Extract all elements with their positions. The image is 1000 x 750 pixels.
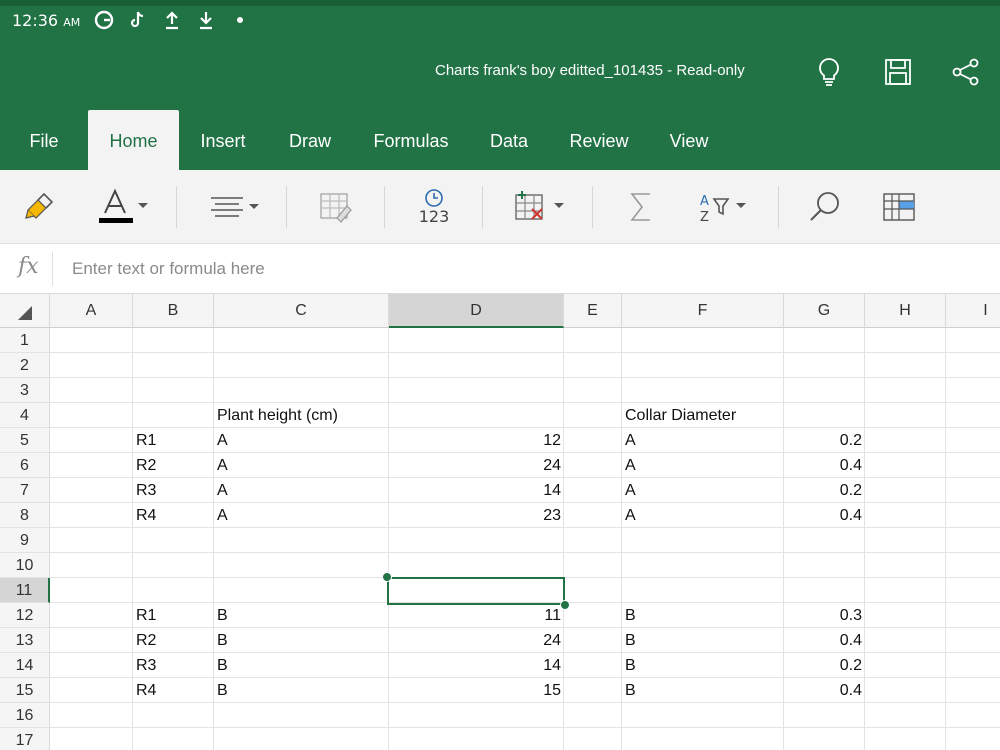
column-header-g[interactable]: G [784, 294, 865, 328]
lightbulb-icon[interactable] [813, 56, 845, 88]
formula-separator [52, 252, 53, 286]
spreadsheet-grid: A B C D E F G H I 1 2 3 4 5 6 7 8 9 10 11 12 13 14 15 16 17 Plant … [0, 294, 1000, 750]
save-icon[interactable] [882, 56, 914, 88]
tab-formulas[interactable]: Formulas [365, 110, 457, 170]
upload-icon [162, 10, 182, 30]
ribbon-separator [778, 186, 779, 228]
row-header-6[interactable]: 6 [0, 453, 50, 478]
column-header-a[interactable]: A [50, 294, 133, 328]
row-header-2[interactable]: 2 [0, 353, 50, 378]
row-header-12[interactable]: 12 [0, 603, 50, 628]
sort-filter-icon[interactable]: AZ [690, 184, 756, 230]
align-icon[interactable] [200, 184, 266, 230]
row-header-16[interactable]: 16 [0, 703, 50, 728]
app-header: 12:36 AM Charts frank's boy editted_1014… [0, 0, 1000, 170]
svg-text:Z: Z [700, 210, 709, 225]
number-format-label: 123 [418, 207, 450, 226]
column-header-i[interactable]: I [946, 294, 1000, 328]
row-header-7[interactable]: 7 [0, 478, 50, 503]
row-header-5[interactable]: 5 [0, 428, 50, 453]
tab-review[interactable]: Review [562, 110, 636, 170]
tab-insert[interactable]: Insert [190, 110, 256, 170]
ribbon-separator [286, 186, 287, 228]
column-header-e[interactable]: E [564, 294, 622, 328]
row-header-9[interactable]: 9 [0, 528, 50, 553]
status-bar: 12:36 AM [12, 9, 250, 31]
dot-icon [230, 10, 250, 30]
ribbon-separator [592, 186, 593, 228]
tab-view[interactable]: View [662, 110, 716, 170]
tab-home[interactable]: Home [88, 110, 179, 170]
column-header-h[interactable]: H [865, 294, 946, 328]
gridline [50, 377, 1000, 378]
row-header-13[interactable]: 13 [0, 628, 50, 653]
cell-d6[interactable]: 24 [389, 453, 564, 478]
ribbon-separator [176, 186, 177, 228]
format-painter-icon[interactable] [18, 184, 64, 230]
insert-delete-cells-icon[interactable] [506, 184, 570, 230]
find-icon[interactable] [802, 184, 848, 230]
download-icon [196, 10, 216, 30]
g-app-icon [94, 10, 114, 30]
cell-f4[interactable]: Collar Diameter [622, 403, 865, 428]
column-header-b[interactable]: B [133, 294, 214, 328]
gridline [945, 328, 946, 750]
cell-d7[interactable]: 14 [389, 478, 564, 503]
cell-g7[interactable]: 0.2 [784, 478, 865, 503]
document-title: Charts frank's boy editted_101435 - Read… [435, 62, 745, 79]
number-format-icon[interactable]: 123 [408, 184, 460, 230]
tab-file[interactable]: File [18, 110, 70, 170]
column-header-d[interactable]: D [389, 294, 564, 328]
cell-d8[interactable]: 23 [389, 503, 564, 528]
formula-bar: fx [0, 244, 1000, 294]
row-header-11[interactable]: 11 [0, 578, 50, 603]
status-strip [0, 0, 1000, 6]
cell-g6[interactable]: 0.4 [784, 453, 865, 478]
ribbon-separator [384, 186, 385, 228]
column-header-c[interactable]: C [214, 294, 389, 328]
font-color-icon[interactable] [92, 184, 154, 230]
cell-g14[interactable]: 0.2 [784, 653, 865, 678]
formula-input[interactable] [72, 256, 972, 282]
column-header-f[interactable]: F [622, 294, 784, 328]
autosum-icon[interactable] [618, 184, 664, 230]
cell-g12[interactable]: 0.3 [784, 603, 865, 628]
tab-data[interactable]: Data [482, 110, 536, 170]
cell-c4[interactable]: Plant height (cm) [214, 403, 564, 428]
table-icon[interactable] [874, 184, 924, 230]
row-header-1[interactable]: 1 [0, 328, 50, 353]
cell-g5[interactable]: 0.2 [784, 428, 865, 453]
cell-g8[interactable]: 0.4 [784, 503, 865, 528]
row-header-10[interactable]: 10 [0, 553, 50, 578]
cell-d13[interactable]: 24 [389, 628, 564, 653]
tiktok-icon [128, 10, 148, 30]
row-header-3[interactable]: 3 [0, 378, 50, 403]
home-ribbon: 123 AZ [0, 170, 1000, 244]
fx-icon[interactable]: fx [18, 254, 39, 279]
ribbon-tabs: File Home Insert Draw Formulas Data Revi… [0, 110, 1000, 170]
gridline [50, 352, 1000, 353]
row-header-17[interactable]: 17 [0, 728, 50, 750]
cell-style-icon[interactable] [312, 184, 358, 230]
gridline [50, 577, 1000, 578]
row-header-15[interactable]: 15 [0, 678, 50, 703]
row-header-14[interactable]: 14 [0, 653, 50, 678]
ribbon-separator [482, 186, 483, 228]
cell-d12[interactable]: 11 [389, 603, 564, 628]
gridline [50, 727, 1000, 728]
cell-d15[interactable]: 15 [389, 678, 564, 703]
cell-g13[interactable]: 0.4 [784, 628, 865, 653]
cell-d5[interactable]: 12 [389, 428, 564, 453]
svg-text:A: A [700, 194, 709, 209]
status-time: 12:36 AM [12, 10, 81, 30]
select-all-corner[interactable] [0, 294, 50, 328]
row-header-8[interactable]: 8 [0, 503, 50, 528]
gridline [50, 552, 1000, 553]
share-icon[interactable] [950, 56, 982, 88]
cell-g15[interactable]: 0.4 [784, 678, 865, 703]
row-header-4[interactable]: 4 [0, 403, 50, 428]
tab-draw[interactable]: Draw [280, 110, 340, 170]
cell-d14[interactable]: 14 [389, 653, 564, 678]
